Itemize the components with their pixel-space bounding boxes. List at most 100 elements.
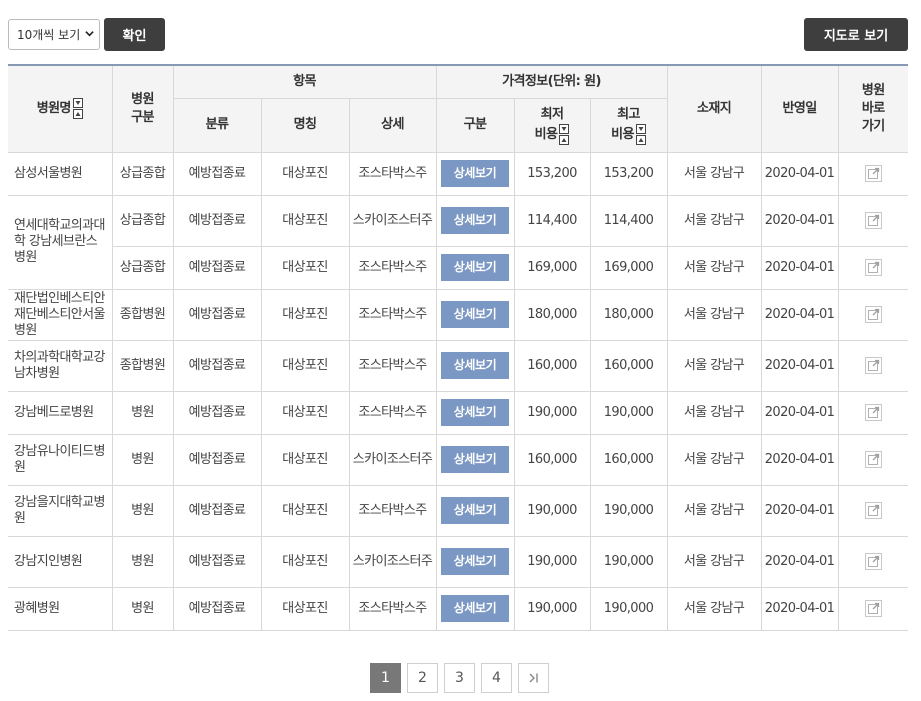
category-cell: 예방접종료	[172, 484, 262, 537]
map-view-button[interactable]: 지도로 보기	[804, 18, 908, 51]
max-cost-cell: 160,000	[589, 339, 668, 392]
hospital-type: 상급종합	[111, 194, 174, 247]
division-cell: 상세보기	[435, 484, 515, 537]
hospital-name: 강남을지대학교병원	[8, 484, 113, 537]
hospital-type: 종합병원	[111, 339, 174, 392]
division-cell: 상세보기	[435, 151, 515, 196]
confirm-button[interactable]: 확인	[104, 18, 165, 51]
page-size-select-value: 10개씩 보기	[17, 28, 81, 42]
external-link-icon[interactable]	[864, 306, 882, 323]
division-cell: 상세보기	[435, 288, 515, 341]
reflected-date-cell: 2020-04-01	[760, 390, 839, 435]
detail-view-button[interactable]: 상세보기	[441, 548, 510, 575]
detail-view-button[interactable]: 상세보기	[441, 446, 510, 473]
hospital-type: 병원	[111, 535, 174, 588]
hospital-type: 상급종합	[112, 245, 174, 290]
max-cost-cell: 160,000	[589, 433, 668, 486]
shortcut-cell	[837, 151, 909, 196]
page-button-2[interactable]: 2	[407, 663, 438, 693]
hospital-type: 병원	[111, 586, 174, 631]
division-cell: 상세보기	[435, 586, 515, 631]
max-cost-cell: 114,400	[589, 194, 668, 247]
page-button-4[interactable]: 4	[481, 663, 512, 693]
detail-view-button[interactable]: 상세보기	[441, 497, 510, 524]
sort-max-cost-icon[interactable]	[635, 123, 646, 145]
shortcut-cell	[837, 245, 909, 290]
external-link-icon[interactable]	[864, 553, 882, 570]
table-row: 강남베드로병원 병원 예방접종료 대상포진 조스타박스주 상세보기 190,000 190,0…	[8, 390, 909, 435]
item-detail-cell: 조스타박스주	[348, 484, 437, 537]
item-detail-cell: 스카이조스터주	[348, 433, 437, 486]
table-body: 삼성서울병원 상급종합 예방접종료 대상포진 조스타박스주 상세보기 153,200 153,…	[8, 151, 909, 631]
header-category: 분류	[173, 97, 262, 153]
shortcut-cell	[837, 339, 909, 392]
detail-view-button[interactable]: 상세보기	[441, 352, 510, 379]
page-button-1[interactable]: 1	[370, 663, 401, 693]
last-page-icon	[529, 673, 538, 683]
division-cell: 상세보기	[435, 535, 515, 588]
chevron-down-icon	[85, 31, 94, 37]
page-button-3[interactable]: 3	[444, 663, 475, 693]
external-link-icon[interactable]	[864, 451, 882, 468]
division-cell: 상세보기	[435, 390, 515, 435]
detail-view-button[interactable]: 상세보기	[441, 160, 510, 187]
detail-view-button[interactable]: 상세보기	[441, 254, 510, 281]
sort-min-cost-icon[interactable]	[559, 123, 570, 145]
division-cell: 상세보기	[435, 339, 515, 392]
max-cost-cell: 153,200	[589, 151, 668, 196]
last-page-button[interactable]	[518, 663, 549, 693]
header-price-group: 가격정보(단위: 원)	[435, 64, 668, 99]
location-cell: 서울 강남구	[666, 245, 762, 290]
detail-view-button[interactable]: 상세보기	[441, 301, 510, 328]
location-cell: 서울 강남구	[666, 433, 762, 486]
max-cost-cell: 180,000	[589, 288, 668, 341]
max-cost-cell: 169,000	[589, 245, 668, 290]
header-item-group: 항목	[172, 64, 437, 99]
detail-view-button[interactable]: 상세보기	[441, 399, 510, 426]
location-cell: 서울 강남구	[666, 586, 762, 631]
detail-view-button[interactable]: 상세보기	[441, 595, 510, 622]
item-detail-cell: 조스타박스주	[348, 390, 437, 435]
hospital-type: 상급종합	[111, 151, 174, 196]
item-name-cell: 대상포진	[260, 288, 350, 341]
external-link-icon[interactable]	[864, 502, 882, 519]
page-size-select[interactable]: 10개씩 보기	[8, 19, 100, 50]
header-max-cost: 최고 비용	[589, 97, 668, 153]
division-cell: 상세보기	[435, 245, 515, 290]
min-cost-cell: 169,000	[513, 245, 591, 290]
reflected-date-cell: 2020-04-01	[760, 586, 839, 631]
table-row: 강남을지대학교병원 병원 예방접종료 대상포진 조스타박스주 상세보기 190,000 190…	[8, 484, 909, 537]
item-name-cell: 대상포진	[260, 484, 350, 537]
location-cell: 서울 강남구	[666, 390, 762, 435]
header-shortcut: 병원 바로 가기	[837, 64, 909, 153]
external-link-icon[interactable]	[864, 165, 882, 182]
reflected-date-cell: 2020-04-01	[760, 288, 839, 341]
item-detail-cell: 조스타박스주	[348, 245, 437, 290]
item-detail-cell: 조스타박스주	[348, 339, 437, 392]
external-link-icon[interactable]	[864, 404, 882, 421]
category-cell: 예방접종료	[172, 151, 262, 196]
external-link-icon[interactable]	[864, 212, 882, 229]
item-name-cell: 대상포진	[260, 535, 350, 588]
min-cost-cell: 190,000	[513, 535, 591, 588]
table-row: 차의과학대학교강남차병원 종합병원 예방접종료 대상포진 조스타박스주 상세보기 160,0…	[8, 339, 909, 392]
item-detail-cell: 스카이조스터주	[348, 535, 437, 588]
detail-view-button[interactable]: 상세보기	[441, 207, 510, 234]
table-row: 광혜병원 병원 예방접종료 대상포진 조스타박스주 상세보기 190,000 190,000 서…	[8, 586, 909, 631]
header-division: 구분	[435, 97, 515, 153]
min-cost-cell: 190,000	[513, 484, 591, 537]
hospital-name: 삼성서울병원	[8, 151, 113, 196]
toolbar: 10개씩 보기 확인 지도로 보기	[8, 18, 908, 51]
category-cell: 예방접종료	[172, 586, 262, 631]
table-row: 연세대학교의과대학 강남세브란스병원 상급종합 예방접종료 대상포진 스카이조스터주 상세…	[8, 194, 909, 290]
sort-hospital-name-icon[interactable]	[72, 98, 83, 120]
item-detail-cell: 스카이조스터주	[348, 194, 437, 247]
max-cost-cell: 190,000	[589, 535, 668, 588]
category-cell: 예방접종료	[172, 433, 262, 486]
external-link-icon[interactable]	[864, 357, 882, 374]
external-link-icon[interactable]	[864, 600, 882, 617]
min-cost-cell: 190,000	[513, 586, 591, 631]
external-link-icon[interactable]	[864, 259, 882, 276]
header-min-cost: 최저 비용	[513, 97, 591, 153]
shortcut-cell	[837, 194, 909, 247]
